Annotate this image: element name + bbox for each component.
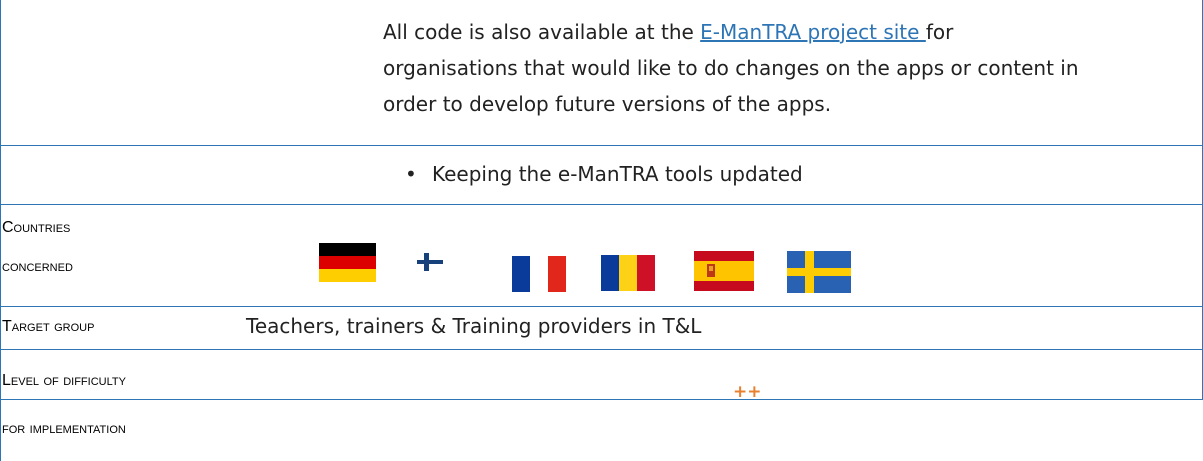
row-divider <box>0 204 1203 205</box>
difficulty-label-line-1: Level of difficulty <box>2 372 126 389</box>
paragraph-text: for <box>925 20 954 44</box>
target-group-value: Teachers, trainers & Training providers … <box>246 314 702 338</box>
paragraph-text: All code is also available at the <box>383 20 701 44</box>
table-left-border <box>0 0 1 461</box>
paragraph-line-1: All code is also available at the E-ManT… <box>383 14 1198 50</box>
info-table: All code is also available at the E-ManT… <box>0 0 1203 461</box>
sweden-flag-icon <box>787 251 851 293</box>
bullet-icon: • <box>405 162 417 186</box>
bullet-text: Keeping the e-ManTRA tools updated <box>432 162 803 186</box>
target-group-label: Target group <box>2 318 95 335</box>
countries-label-line-2: concerned <box>2 258 73 275</box>
paragraph-line-3: order to develop future versions of the … <box>383 92 832 116</box>
spain-flag-icon <box>694 251 754 291</box>
difficulty-value: ++ <box>733 382 762 402</box>
difficulty-label-line-2: for implementation <box>2 420 126 437</box>
row-divider <box>0 306 1203 307</box>
code-availability-paragraph: All code is also available at the E-ManT… <box>383 14 1198 122</box>
france-flag-icon <box>512 256 566 292</box>
row-divider <box>0 349 1203 350</box>
row-divider <box>0 399 1203 400</box>
finland-flag-icon <box>417 253 443 271</box>
romania-flag-icon <box>601 255 655 291</box>
paragraph-line-2: organisations that would like to do chan… <box>383 56 1079 80</box>
countries-label-line-1: Countries <box>2 219 71 236</box>
germany-flag-icon <box>319 243 376 282</box>
row-divider <box>0 145 1203 146</box>
project-site-link[interactable]: E-ManTRA project site <box>700 20 926 44</box>
